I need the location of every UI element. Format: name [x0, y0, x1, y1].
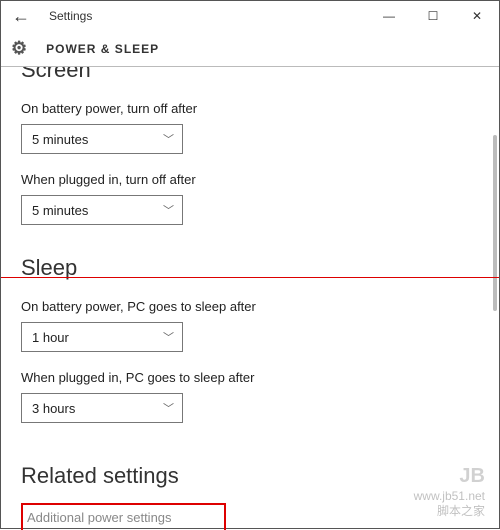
close-icon: ✕: [472, 9, 482, 23]
chevron-down-icon: ﹀: [163, 131, 174, 147]
chevron-down-icon: ﹀: [163, 400, 174, 416]
dropdown-value: 3 hours: [32, 401, 75, 416]
section-heading-related: Related settings: [21, 461, 479, 489]
label-screen-plugged: When plugged in, turn off after: [21, 172, 479, 187]
page-title: POWER & SLEEP: [46, 42, 159, 56]
watermark: JB www.jb51.net 脚本之家: [414, 463, 485, 520]
dropdown-sleep-battery[interactable]: 1 hour ﹀: [21, 322, 183, 352]
window-controls: — ☐ ✕: [367, 2, 499, 30]
page-header: ⚙ POWER & SLEEP: [1, 31, 499, 67]
watermark-name: 脚本之家: [414, 504, 485, 520]
dropdown-value: 5 minutes: [32, 132, 88, 147]
minimize-button[interactable]: —: [367, 2, 411, 30]
dropdown-screen-battery[interactable]: 5 minutes ﹀: [21, 124, 183, 154]
watermark-brand: JB: [414, 463, 485, 489]
gear-icon[interactable]: ⚙: [11, 38, 28, 59]
label-screen-battery: On battery power, turn off after: [21, 101, 479, 116]
annotation-red-box: Additional power settings: [21, 503, 226, 530]
dropdown-value: 1 hour: [32, 330, 69, 345]
chevron-down-icon: ﹀: [163, 329, 174, 345]
label-sleep-battery: On battery power, PC goes to sleep after: [21, 299, 479, 314]
dropdown-screen-plugged[interactable]: 5 minutes ﹀: [21, 195, 183, 225]
back-button[interactable]: ←: [7, 2, 35, 30]
dropdown-sleep-plugged[interactable]: 3 hours ﹀: [21, 393, 183, 423]
window-title: Settings: [49, 9, 92, 23]
close-button[interactable]: ✕: [455, 2, 499, 30]
label-sleep-plugged: When plugged in, PC goes to sleep after: [21, 370, 479, 385]
link-additional-power-settings[interactable]: Additional power settings: [27, 510, 172, 525]
scrollbar-thumb[interactable]: [493, 135, 497, 311]
arrow-left-icon: ←: [12, 6, 30, 27]
maximize-icon: ☐: [428, 9, 439, 23]
content-area: Screen On battery power, turn off after …: [1, 67, 499, 530]
maximize-button[interactable]: ☐: [411, 2, 455, 30]
watermark-site: www.jb51.net: [414, 489, 485, 505]
annotation-red-line: [1, 277, 499, 278]
window-titlebar: ← Settings — ☐ ✕: [1, 1, 499, 31]
minimize-icon: —: [383, 9, 395, 23]
section-heading-screen: Screen: [21, 67, 479, 83]
dropdown-value: 5 minutes: [32, 203, 88, 218]
chevron-down-icon: ﹀: [163, 202, 174, 218]
